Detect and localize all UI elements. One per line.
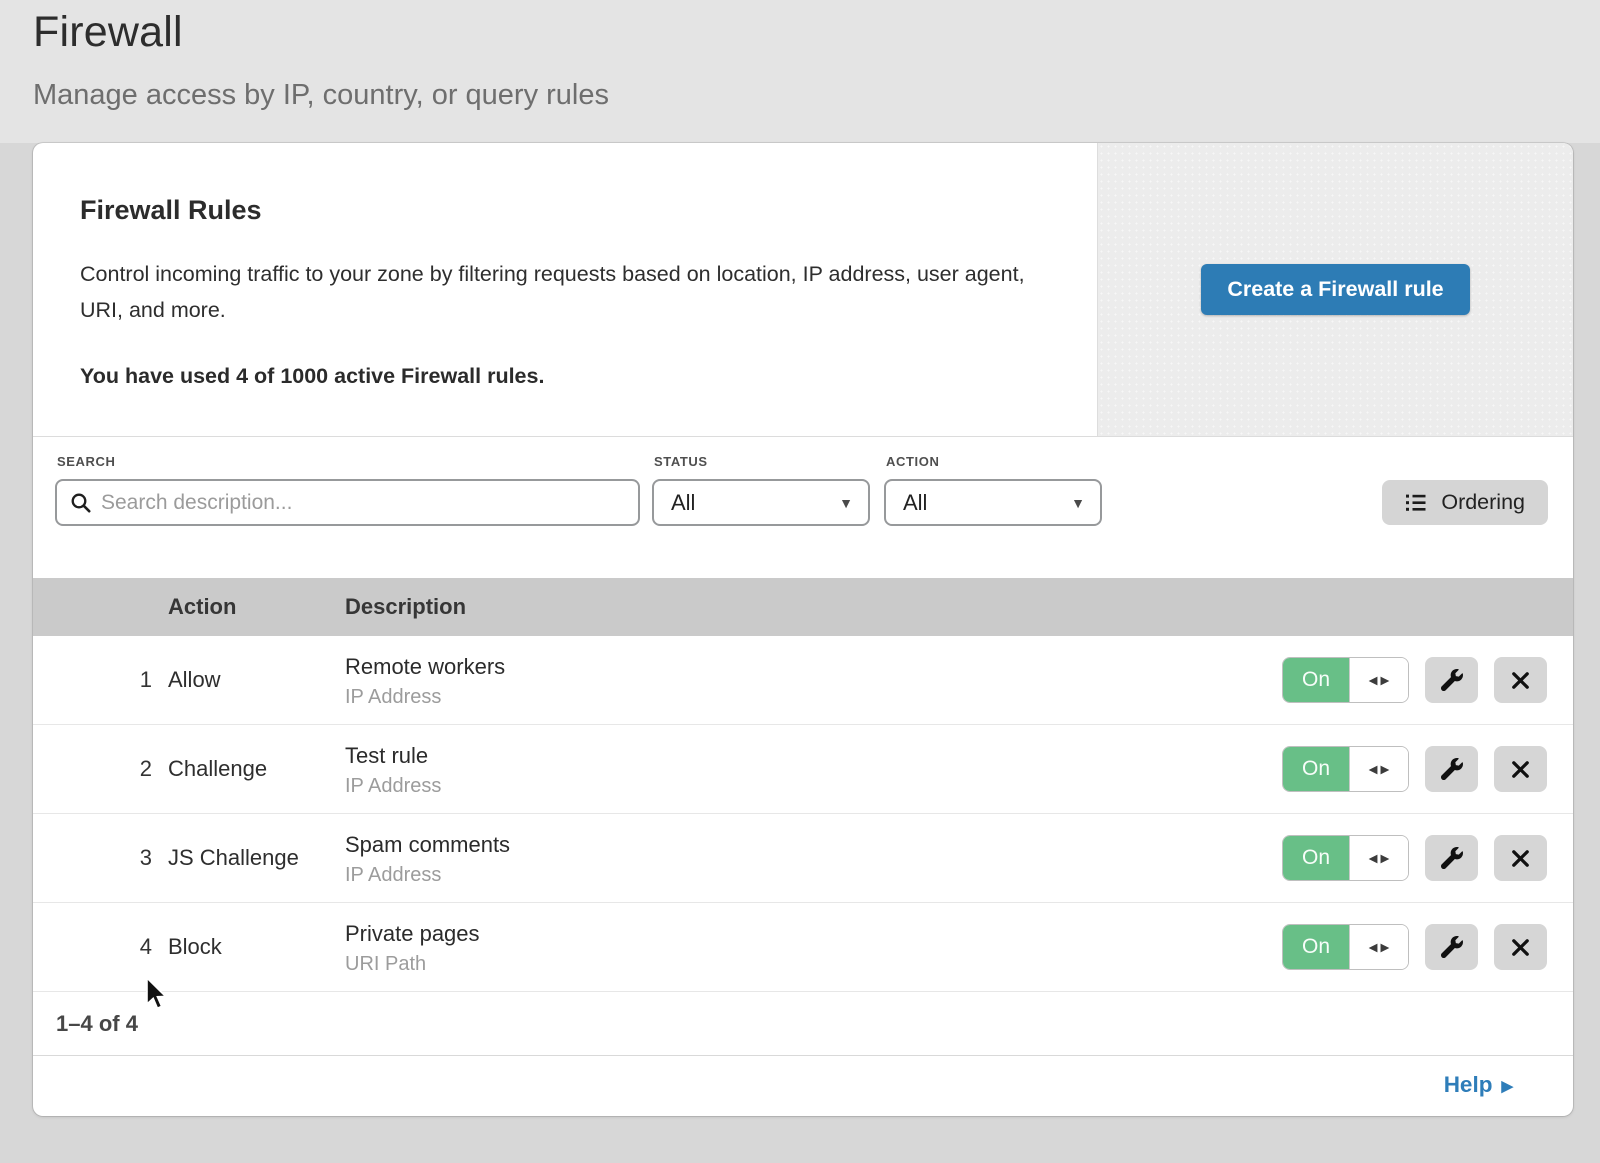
rule-field-type: URI Path <box>345 953 1282 976</box>
card-footer: Help ▶ <box>33 1056 1573 1114</box>
firewall-rules-card: Firewall Rules Control incoming traffic … <box>33 143 1573 1116</box>
delete-rule-button[interactable] <box>1494 924 1547 970</box>
rules-info-text: Firewall Rules Control incoming traffic … <box>33 143 1097 436</box>
delete-rule-button[interactable] <box>1494 657 1547 703</box>
rules-usage-text: You have used 4 of 1000 active Firewall … <box>80 364 1057 389</box>
ordering-button[interactable]: Ordering <box>1382 480 1548 525</box>
action-column-header: Action <box>168 594 345 620</box>
chevron-down-icon: ▼ <box>1071 495 1085 511</box>
rule-action: Allow <box>168 667 345 693</box>
action-select-value: All <box>903 490 927 516</box>
rule-description-cell: Remote workers IP Address <box>345 652 1282 709</box>
pagination-range: 1–4 of 4 <box>56 1011 138 1037</box>
toggle-arrows-icon: ◀▶ <box>1349 836 1408 880</box>
table-row: 1 Allow Remote workers IP Address On ◀▶ <box>33 636 1573 725</box>
rules-info-section: Firewall Rules Control incoming traffic … <box>33 143 1573 437</box>
rule-priority: 2 <box>33 756 168 782</box>
rules-heading: Firewall Rules <box>80 195 1057 226</box>
rule-enabled-toggle[interactable]: On ◀▶ <box>1282 924 1409 970</box>
rules-description: Control incoming traffic to your zone by… <box>80 256 1040 328</box>
search-label: SEARCH <box>57 454 116 469</box>
rule-field-type: IP Address <box>345 775 1282 798</box>
page-subtitle: Manage access by IP, country, or query r… <box>33 79 609 112</box>
close-icon <box>1509 936 1532 959</box>
rule-description-cell: Spam comments IP Address <box>345 830 1282 887</box>
rule-action: Challenge <box>168 756 345 782</box>
edit-rule-button[interactable] <box>1425 657 1478 703</box>
rule-description: Spam comments <box>345 832 1282 858</box>
action-label: ACTION <box>886 454 939 469</box>
arrow-right-icon: ▶ <box>1501 1075 1513 1095</box>
rule-controls: On ◀▶ <box>1282 746 1547 792</box>
rule-controls: On ◀▶ <box>1282 835 1547 881</box>
rule-description-cell: Private pages URI Path <box>345 919 1282 976</box>
wrench-icon <box>1441 936 1463 958</box>
rule-description: Test rule <box>345 743 1282 769</box>
rule-action: JS Challenge <box>168 845 345 871</box>
rule-enabled-toggle[interactable]: On ◀▶ <box>1282 746 1409 792</box>
action-select[interactable]: All ▼ <box>884 479 1102 526</box>
pagination: 1–4 of 4 <box>33 992 1573 1056</box>
search-icon <box>70 492 92 514</box>
close-icon <box>1509 669 1532 692</box>
rule-field-type: IP Address <box>345 864 1282 887</box>
table-row: 4 Block Private pages URI Path On ◀▶ <box>33 903 1573 992</box>
close-icon <box>1509 847 1532 870</box>
chevron-down-icon: ▼ <box>839 495 853 511</box>
mouse-cursor <box>145 977 171 1013</box>
toggle-on-label: On <box>1283 747 1349 791</box>
rule-controls: On ◀▶ <box>1282 924 1547 970</box>
toggle-on-label: On <box>1283 925 1349 969</box>
description-column-header: Description <box>345 594 466 620</box>
toggle-arrows-icon: ◀▶ <box>1349 747 1408 791</box>
status-label: STATUS <box>654 454 708 469</box>
toggle-arrows-icon: ◀▶ <box>1349 658 1408 702</box>
ordering-button-label: Ordering <box>1441 490 1525 515</box>
page-header: Firewall Manage access by IP, country, o… <box>0 0 1600 143</box>
rule-description: Private pages <box>345 921 1282 947</box>
rule-priority: 4 <box>33 934 168 960</box>
help-link-label: Help <box>1444 1072 1493 1098</box>
create-rule-panel: Create a Firewall rule <box>1097 143 1573 436</box>
delete-rule-button[interactable] <box>1494 835 1547 881</box>
rule-action: Block <box>168 934 345 960</box>
create-firewall-rule-button[interactable]: Create a Firewall rule <box>1201 264 1469 315</box>
help-link[interactable]: Help ▶ <box>1444 1072 1513 1098</box>
wrench-icon <box>1441 847 1463 869</box>
search-input[interactable] <box>101 491 625 515</box>
wrench-icon <box>1441 758 1463 780</box>
wrench-icon <box>1441 669 1463 691</box>
rule-description-cell: Test rule IP Address <box>345 741 1282 798</box>
close-icon <box>1509 758 1532 781</box>
ordered-list-icon <box>1405 491 1428 514</box>
page-title: Firewall <box>33 8 183 57</box>
rule-field-type: IP Address <box>345 686 1282 709</box>
status-select[interactable]: All ▼ <box>652 479 870 526</box>
rule-enabled-toggle[interactable]: On ◀▶ <box>1282 835 1409 881</box>
table-header: Action Description <box>33 578 1573 636</box>
edit-rule-button[interactable] <box>1425 746 1478 792</box>
rule-priority: 1 <box>33 667 168 693</box>
rule-controls: On ◀▶ <box>1282 657 1547 703</box>
toggle-on-label: On <box>1283 658 1349 702</box>
status-select-value: All <box>671 490 695 516</box>
edit-rule-button[interactable] <box>1425 924 1478 970</box>
table-row: 3 JS Challenge Spam comments IP Address … <box>33 814 1573 903</box>
edit-rule-button[interactable] <box>1425 835 1478 881</box>
rule-description: Remote workers <box>345 654 1282 680</box>
filters-bar: SEARCH STATUS All ▼ ACTION All ▼ <box>33 437 1573 578</box>
delete-rule-button[interactable] <box>1494 746 1547 792</box>
table-row: 2 Challenge Test rule IP Address On ◀▶ <box>33 725 1573 814</box>
rule-enabled-toggle[interactable]: On ◀▶ <box>1282 657 1409 703</box>
rule-priority: 3 <box>33 845 168 871</box>
search-box[interactable] <box>55 479 640 526</box>
toggle-arrows-icon: ◀▶ <box>1349 925 1408 969</box>
toggle-on-label: On <box>1283 836 1349 880</box>
